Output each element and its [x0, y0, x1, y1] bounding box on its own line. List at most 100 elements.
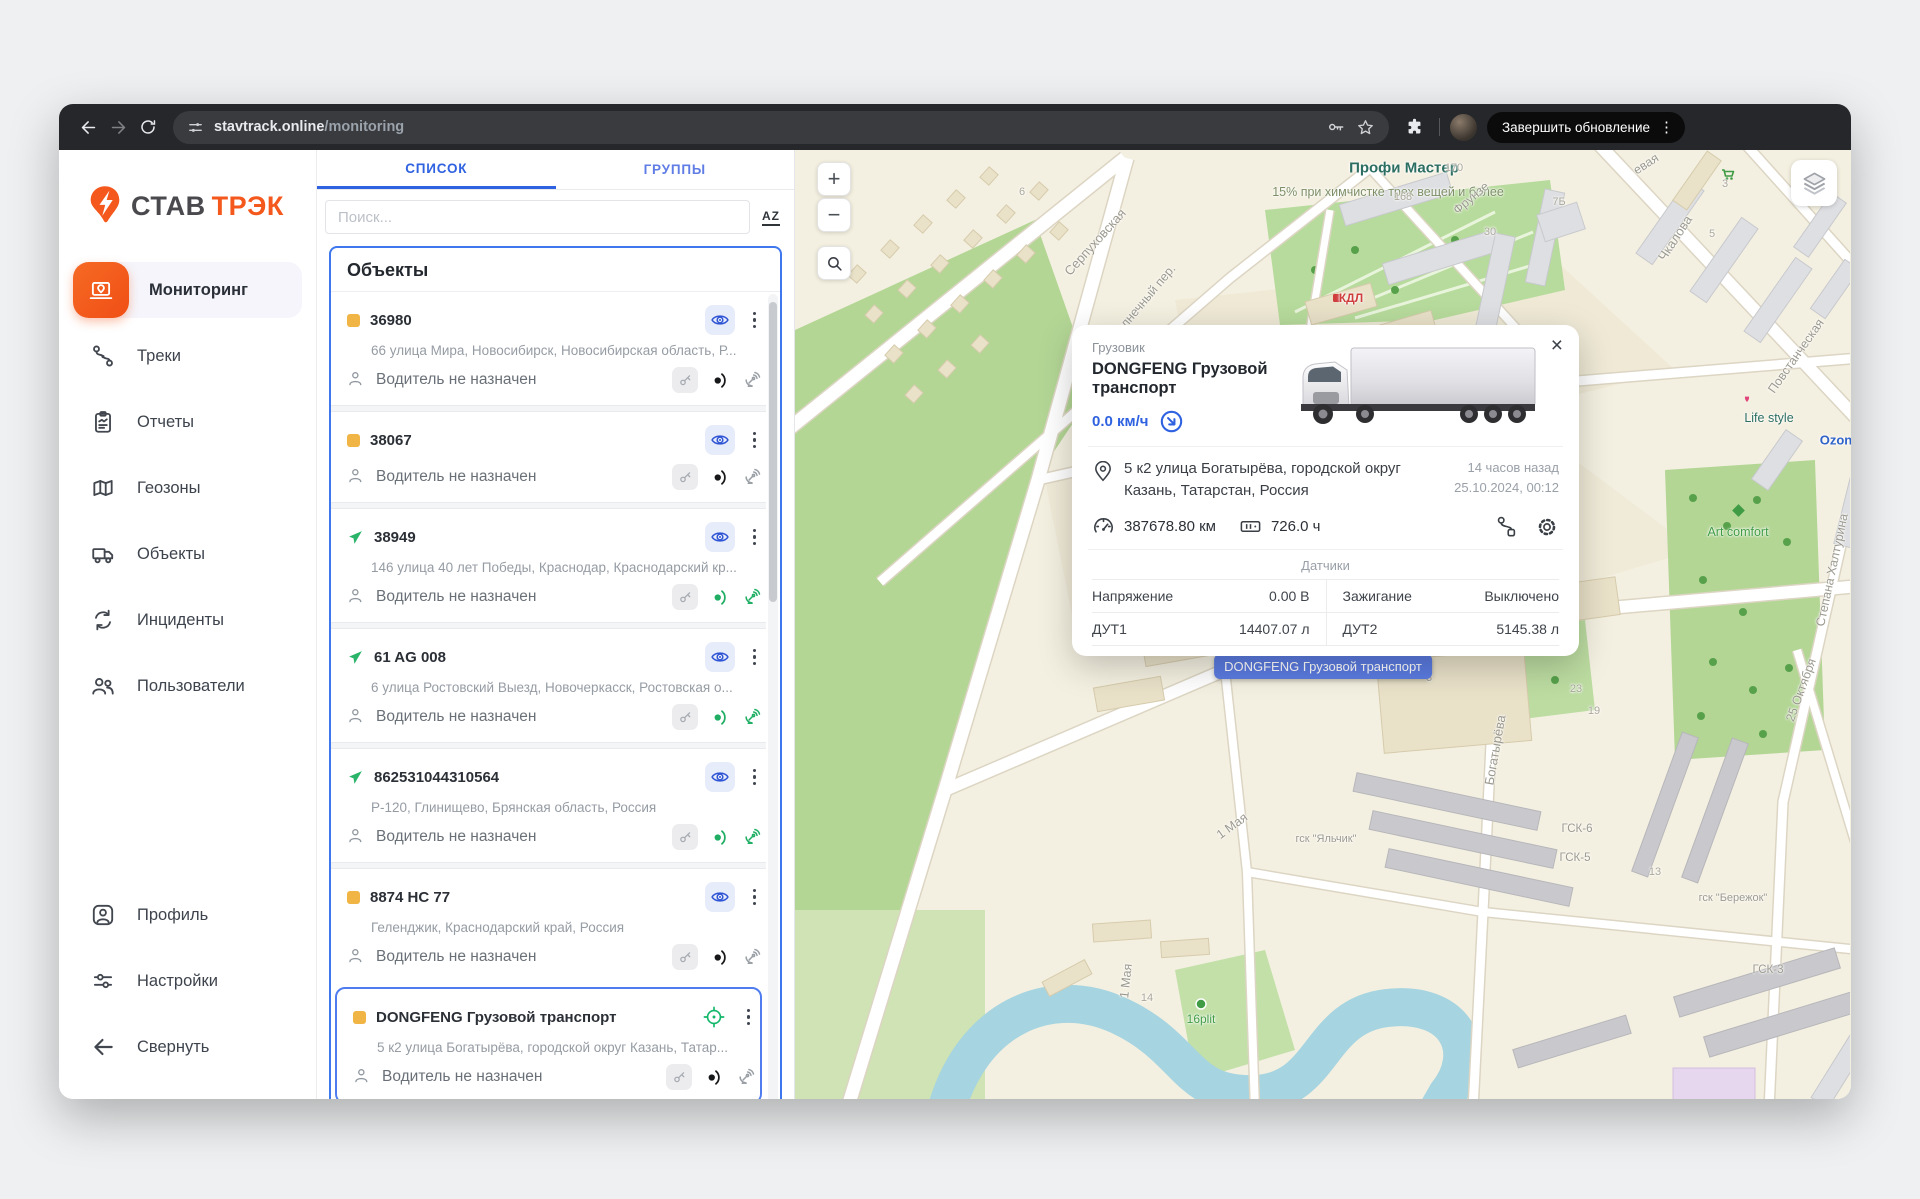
- driver-person-icon: [347, 947, 367, 967]
- vehicle-row[interactable]: DONGFENG Грузовой транспорт5 к2 улица Бо…: [335, 987, 762, 1099]
- locate-crosshair-icon[interactable]: [699, 1002, 729, 1032]
- tab-groups[interactable]: ГРУППЫ: [556, 150, 795, 189]
- row-menu-icon[interactable]: [745, 645, 765, 670]
- popup-close-icon[interactable]: ×: [1551, 335, 1563, 356]
- visibility-eye-icon[interactable]: [705, 882, 735, 912]
- ignition-icon[interactable]: [707, 368, 731, 392]
- sidebar-nav: Мониторинг Треки Отчеты Геозоны Объекты Инцид…: [59, 262, 316, 724]
- sidebar-item-collapse[interactable]: Свернуть: [73, 1019, 302, 1075]
- sidebar-item-label: Мониторинг: [149, 281, 248, 300]
- bearing-arrow-icon[interactable]: [1159, 409, 1184, 434]
- key-icon[interactable]: [672, 704, 698, 730]
- sidebar-item-tracks[interactable]: Треки: [73, 328, 302, 384]
- reload-button[interactable]: [133, 112, 163, 142]
- sidebar-item-users[interactable]: Пользователи: [73, 658, 302, 714]
- settings-gear-icon[interactable]: [1535, 515, 1559, 539]
- sidebar-item-monitoring[interactable]: Мониторинг: [73, 262, 302, 318]
- row-menu-icon[interactable]: [745, 765, 765, 790]
- profile-avatar[interactable]: [1450, 114, 1477, 141]
- visibility-eye-icon[interactable]: [705, 522, 735, 552]
- forward-button[interactable]: [103, 112, 133, 142]
- sensor-name: Напряжение: [1092, 588, 1173, 604]
- ignition-icon[interactable]: [707, 945, 731, 969]
- map-text-label: 170: [1445, 162, 1463, 174]
- ignition-icon[interactable]: [707, 465, 731, 489]
- show-track-icon[interactable]: [1495, 515, 1518, 538]
- row-menu-icon[interactable]: [745, 885, 765, 910]
- vehicle-name: 8874 НС 77: [370, 889, 450, 906]
- map-search-button[interactable]: [817, 246, 851, 280]
- reports-icon: [89, 409, 117, 435]
- sidebar-item-reports[interactable]: Отчеты: [73, 394, 302, 450]
- location-pin-icon: [1092, 461, 1114, 502]
- map-layers-button[interactable]: [1791, 160, 1837, 206]
- toolbar-divider: [1439, 118, 1440, 136]
- sidebar-item-label: Свернуть: [137, 1038, 209, 1057]
- zoom-in-button[interactable]: +: [817, 162, 851, 196]
- row-menu-icon[interactable]: [745, 308, 765, 333]
- browser-toolbar: stavtrack.online/monitoring Завершить об…: [59, 104, 1851, 150]
- key-icon[interactable]: [672, 464, 698, 490]
- vehicle-row[interactable]: 3698066 улица Мира, Новосибирск, Новосиб…: [331, 292, 766, 405]
- popup-address-line1: 5 к2 улица Богатырёва, городской округ: [1124, 460, 1401, 477]
- visibility-eye-icon[interactable]: [705, 642, 735, 672]
- sidebar-item-geozones[interactable]: Геозоны: [73, 460, 302, 516]
- bookmark-star-icon[interactable]: [1356, 118, 1375, 137]
- vehicle-row[interactable]: 38949146 улица 40 лет Победы, Краснодар,…: [331, 509, 766, 622]
- map-text-label: ГСК-3: [1753, 964, 1784, 976]
- extensions-icon[interactable]: [1399, 112, 1429, 142]
- password-key-icon[interactable]: [1326, 117, 1346, 137]
- satellite-icon[interactable]: [734, 1065, 758, 1089]
- browser-menu-icon[interactable]: ⋮: [1659, 118, 1678, 136]
- satellite-icon[interactable]: [740, 945, 764, 969]
- users-icon: [89, 673, 117, 699]
- sidebar-item-settings[interactable]: Настройки: [73, 953, 302, 1009]
- key-icon[interactable]: [672, 584, 698, 610]
- row-menu-icon[interactable]: [745, 428, 765, 453]
- satellite-icon[interactable]: [740, 368, 764, 392]
- visibility-eye-icon[interactable]: [705, 425, 735, 455]
- sort-az-icon[interactable]: АZ: [762, 209, 780, 226]
- vehicle-square-marker-icon: [347, 434, 360, 447]
- finish-update-button[interactable]: Завершить обновление ⋮: [1487, 112, 1685, 143]
- row-menu-icon[interactable]: [745, 525, 765, 550]
- back-button[interactable]: [73, 112, 103, 142]
- list-scrollbar[interactable]: [768, 294, 778, 1099]
- vehicle-address: 5 к2 улица Богатырёва, городской округ К…: [377, 1040, 758, 1055]
- url-bar[interactable]: stavtrack.online/monitoring: [173, 111, 1389, 144]
- visibility-eye-icon[interactable]: [705, 305, 735, 335]
- ignition-icon[interactable]: [707, 585, 731, 609]
- key-icon[interactable]: [672, 944, 698, 970]
- key-icon[interactable]: [672, 367, 698, 393]
- visibility-eye-icon[interactable]: [705, 762, 735, 792]
- sidebar-item-profile[interactable]: Профиль: [73, 887, 302, 943]
- vehicle-map-label[interactable]: DONGFENG Грузовой транспорт: [1214, 654, 1432, 679]
- vehicle-row[interactable]: 8874 НС 77Геленджик, Краснодарский край,…: [331, 869, 766, 982]
- vehicle-row[interactable]: 61 AG 0086 улица Ростовский Выезд, Новоч…: [331, 629, 766, 742]
- sidebar-footer-nav: Профиль Настройки Свернуть: [59, 887, 316, 1099]
- sidebar-item-objects[interactable]: Объекты: [73, 526, 302, 582]
- key-icon[interactable]: [666, 1064, 692, 1090]
- vehicle-row[interactable]: 38067Водитель не назначен: [331, 412, 766, 502]
- search-input[interactable]: [325, 200, 750, 234]
- sensor-cell: ДУТ114407.07 л: [1092, 612, 1326, 645]
- sidebar-item-incidents[interactable]: Инциденты: [73, 592, 302, 648]
- sidebar-item-label: Треки: [137, 347, 181, 366]
- zoom-out-button[interactable]: −: [817, 198, 851, 232]
- satellite-icon[interactable]: [740, 705, 764, 729]
- scrollbar-thumb[interactable]: [769, 302, 777, 602]
- map-canvas[interactable]: Профи Мастер15% при химчистке трех вещей…: [795, 150, 1851, 1099]
- tab-list[interactable]: СПИСОК: [317, 150, 556, 189]
- site-settings-icon[interactable]: [187, 119, 204, 136]
- key-icon[interactable]: [672, 824, 698, 850]
- satellite-icon[interactable]: [740, 825, 764, 849]
- row-menu-icon[interactable]: [739, 1005, 759, 1030]
- satellite-icon[interactable]: [740, 585, 764, 609]
- ignition-icon[interactable]: [707, 705, 731, 729]
- ignition-icon[interactable]: [707, 825, 731, 849]
- map-text-label: 3: [1722, 178, 1728, 190]
- ignition-icon[interactable]: [701, 1065, 725, 1089]
- satellite-icon[interactable]: [740, 465, 764, 489]
- vehicle-row[interactable]: 862531044310564Р-120, Глинищево, Брянска…: [331, 749, 766, 862]
- driver-label: Водитель не назначен: [376, 708, 663, 726]
